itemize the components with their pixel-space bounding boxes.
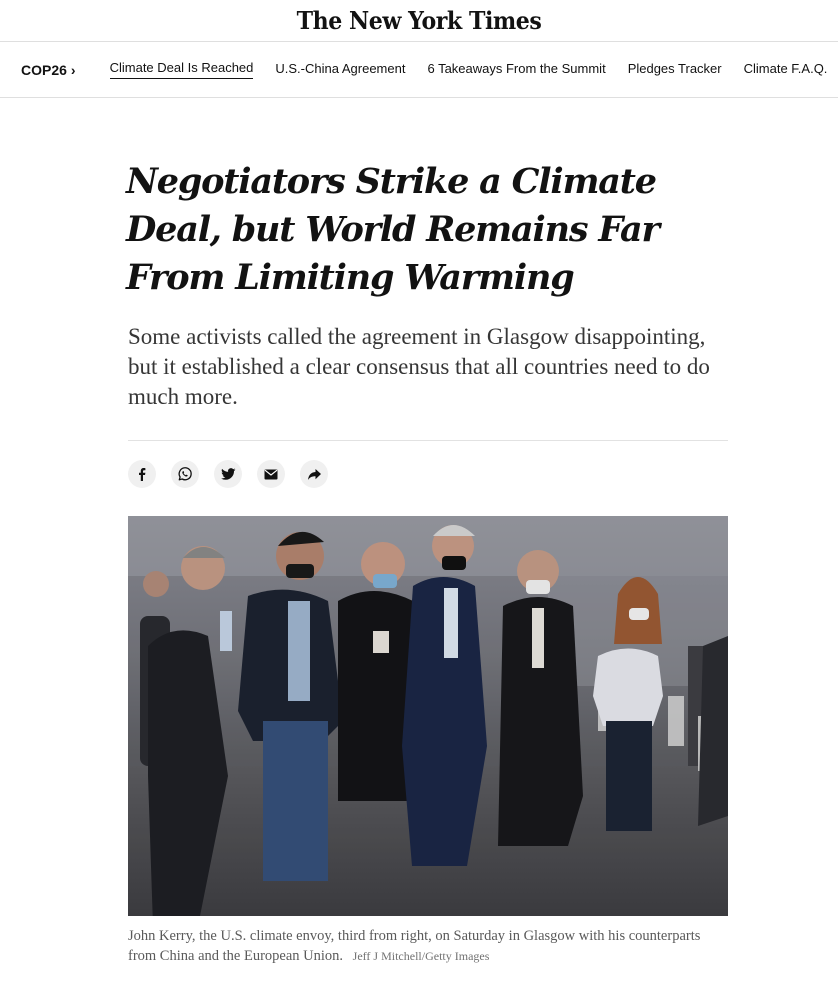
photo-caption: John Kerry, the U.S. climate envoy, thir… [128,926,728,966]
section-label-text: COP26 [21,61,67,78]
photo-illustration [128,516,728,916]
nav-link-us-china[interactable]: U.S.-China Agreement [275,61,405,79]
share-toolbar [128,460,728,489]
facebook-share-button[interactable] [128,460,156,488]
article-summary: Some activists called the agreement in G… [128,324,710,409]
whatsapp-share-button[interactable] [171,460,199,488]
photo-credit: Jeff J Mitchell/Getty Images [352,949,490,963]
masthead: The New York Times [0,0,838,42]
whatsapp-icon [178,467,192,481]
twitter-icon [220,467,235,480]
email-share-button[interactable] [257,460,285,488]
twitter-share-button[interactable] [214,460,242,488]
nav-link-climate-faq[interactable]: Climate F.A.Q. [744,61,828,79]
section-link-cop26[interactable]: COP26 › [21,62,76,78]
chevron-right-icon: › [70,61,76,78]
article-photo [128,516,728,916]
facebook-icon [139,468,146,481]
divider [128,440,728,441]
article-header: Negotiators Strike a Climate Deal, but W… [126,158,728,489]
more-share-button[interactable] [300,460,328,488]
nyt-logo[interactable]: The New York Times [297,6,542,35]
nav-link-pledges-tracker[interactable]: Pledges Tracker [628,61,722,79]
nav-link-climate-deal[interactable]: Climate Deal Is Reached [109,60,254,79]
email-icon [264,469,278,479]
share-icon [307,468,321,480]
nav-link-takeaways[interactable]: 6 Takeaways From the Summit [427,61,605,79]
article-headline: Negotiators Strike a Climate Deal, but W… [126,161,660,298]
section-subnav: COP26 › Climate Deal Is Reached U.S.-Chi… [0,42,838,98]
